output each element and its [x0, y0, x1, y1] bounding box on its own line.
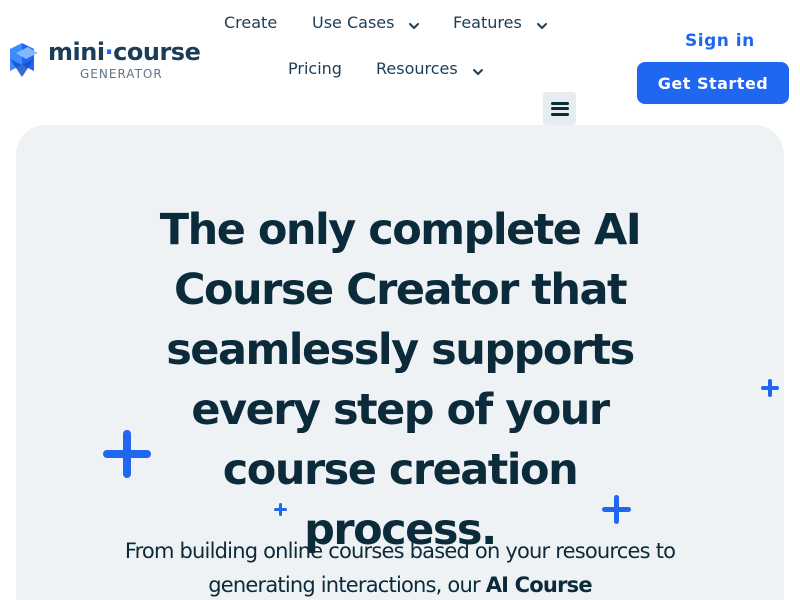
- nav-use-cases-label: Use Cases: [312, 13, 395, 32]
- logo[interactable]: mini·course GENERATOR: [8, 38, 201, 81]
- logo-wordmark: mini·course: [48, 38, 201, 66]
- nav-create-label: Create: [224, 13, 278, 32]
- nav-resources[interactable]: Resources: [376, 59, 484, 78]
- hero-subtitle-emphasis: AI Course: [485, 573, 593, 597]
- nav-create[interactable]: Create: [224, 13, 277, 32]
- hero-subtitle-text: From building online courses based on yo…: [124, 539, 676, 597]
- hero-title: The only complete AI Course Creator that…: [159, 205, 642, 555]
- chevron-down-icon: [472, 63, 484, 75]
- logo-mark-icon: [8, 43, 40, 77]
- logo-subtitle: GENERATOR: [80, 67, 163, 81]
- sign-in-link[interactable]: Sign in: [685, 31, 755, 51]
- nav-features[interactable]: Features: [453, 13, 548, 32]
- hero-subtitle: From building online courses based on yo…: [120, 534, 680, 600]
- nav-pricing-label: Pricing: [288, 59, 342, 78]
- nav-pricing[interactable]: Pricing: [288, 59, 342, 78]
- chevron-down-icon: [408, 17, 420, 29]
- nav-features-label: Features: [453, 13, 522, 32]
- plus-icon: [761, 379, 779, 397]
- nav-use-cases[interactable]: Use Cases: [312, 13, 420, 32]
- hamburger-menu-icon: [550, 101, 569, 116]
- menu-toggle-button[interactable]: [543, 92, 576, 125]
- get-started-button[interactable]: Get Started: [637, 62, 789, 104]
- chevron-down-icon: [536, 17, 548, 29]
- plus-icon: [103, 430, 151, 478]
- nav-resources-label: Resources: [376, 59, 458, 78]
